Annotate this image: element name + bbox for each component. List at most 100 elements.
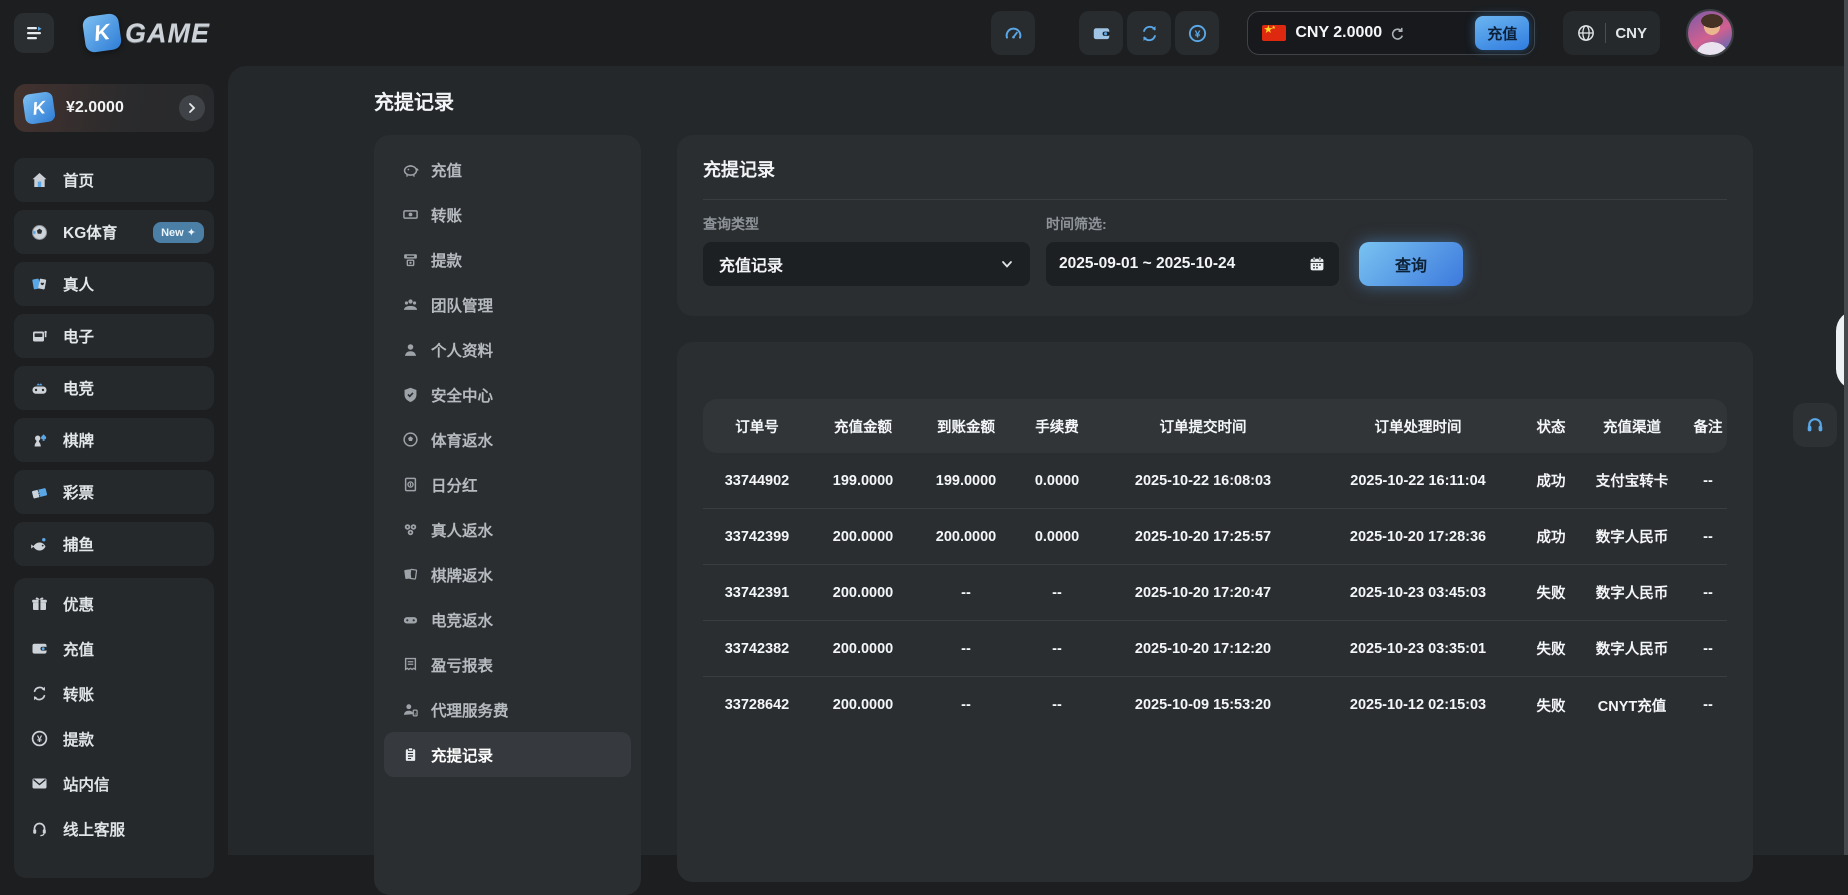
- wallet-quick-button[interactable]: [1079, 11, 1123, 55]
- gift-icon: [30, 594, 49, 613]
- query-type-group: 查询类型 充值记录: [703, 216, 1030, 286]
- speed-gauge-button[interactable]: [991, 11, 1035, 55]
- user-avatar[interactable]: [1686, 9, 1734, 57]
- sidebar-item-live-casino[interactable]: 真人: [14, 262, 214, 306]
- submenu-item-esports-rebate[interactable]: 电竞返水: [384, 597, 631, 642]
- page-title: 充提记录: [374, 86, 454, 115]
- cell-amount: 199.0000: [811, 473, 915, 489]
- cell-fee: 0.0000: [1017, 473, 1097, 489]
- yen-circle-icon: ¥: [1187, 23, 1208, 44]
- cell-credited: 199.0000: [915, 473, 1017, 489]
- sidebar-item-messages[interactable]: 站内信: [14, 761, 214, 806]
- sidebar-item-promotions[interactable]: 优惠: [14, 581, 214, 626]
- sidebar-item-fishing[interactable]: 捕鱼: [14, 522, 214, 566]
- cell-fee: 0.0000: [1017, 529, 1097, 545]
- sidebar-main-menu: 首页 KG体育 New ✦ 真人 电子 电竞 棋牌 彩票 捕鱼: [14, 158, 214, 566]
- sidebar-item-label: 线上客服: [63, 818, 125, 840]
- home-icon: [30, 171, 49, 190]
- cell-credited: --: [915, 697, 1017, 713]
- chevron-right-icon[interactable]: [179, 95, 205, 121]
- banknote-icon: [402, 206, 419, 223]
- team-icon: [402, 296, 419, 313]
- submenu-item-chess-rebate[interactable]: 棋牌返水: [384, 552, 631, 597]
- logo-text: GAME: [125, 18, 210, 49]
- transfer-quick-button[interactable]: [1127, 11, 1171, 55]
- submenu-item-label: 安全中心: [431, 384, 493, 406]
- column-header: 充值金额: [811, 416, 915, 437]
- submenu-item-pl-report[interactable]: 盈亏报表: [384, 642, 631, 687]
- sidebar-item-slots[interactable]: 电子: [14, 314, 214, 358]
- sidebar-item-deposit[interactable]: 充值: [14, 626, 214, 671]
- submenu-item-live-rebate[interactable]: 真人返水: [384, 507, 631, 552]
- time-filter-label: 时间筛选:: [1046, 216, 1339, 232]
- cell-channel: CNYT充值: [1575, 695, 1689, 716]
- submenu-item-deposit[interactable]: 充值: [384, 147, 631, 192]
- piggy-bank-icon: [402, 161, 419, 178]
- cell-process-time: 2025-10-22 16:11:04: [1309, 473, 1527, 489]
- balance-card[interactable]: K ¥2.0000: [14, 84, 214, 132]
- date-range-input[interactable]: 2025-09-01 ~ 2025-10-24: [1046, 242, 1339, 286]
- sidebar-item-transfer[interactable]: 转账: [14, 671, 214, 716]
- lottery-icon: [30, 483, 49, 502]
- brand-logo[interactable]: K GAME: [84, 15, 210, 51]
- sidebar-item-kg-sports[interactable]: KG体育 New ✦: [14, 210, 214, 254]
- balance-amount: ¥2.0000: [66, 99, 124, 117]
- submenu-item-daily-dividend[interactable]: 日分红: [384, 462, 631, 507]
- submenu-item-records[interactable]: 充提记录: [384, 732, 631, 777]
- top-bar: K GAME ¥ ★★ CNY 2.0000: [0, 0, 1848, 66]
- column-header: 订单处理时间: [1309, 416, 1527, 437]
- circular-arrows-icon: [30, 684, 49, 703]
- content-column: 充提记录 查询类型 充值记录 时间筛选: 2025-09-01 ~ 2025-1…: [677, 135, 1753, 882]
- submenu-item-security[interactable]: 安全中心: [384, 372, 631, 417]
- cell-fee: --: [1017, 697, 1097, 713]
- submenu-item-profile[interactable]: 个人资料: [384, 327, 631, 372]
- sidebar: K ¥2.0000 首页 KG体育 New ✦ 真人 电子 电竞: [0, 66, 228, 855]
- slot-icon: [30, 327, 49, 346]
- cell-channel: 数字人民币: [1575, 582, 1689, 603]
- sidebar-item-label: 站内信: [63, 773, 110, 795]
- sidebar-item-home[interactable]: 首页: [14, 158, 214, 202]
- submenu-item-team[interactable]: 团队管理: [384, 282, 631, 327]
- submenu-item-sports-rebate[interactable]: 体育返水: [384, 417, 631, 462]
- cell-status: 失败: [1527, 638, 1575, 659]
- query-type-label: 查询类型: [703, 216, 1030, 232]
- headset-icon: [30, 819, 49, 838]
- sidebar-item-chess[interactable]: 棋牌: [14, 418, 214, 462]
- query-type-select[interactable]: 充值记录: [703, 242, 1030, 286]
- cell-channel: 数字人民币: [1575, 526, 1689, 547]
- topup-button[interactable]: 充值: [1475, 16, 1529, 50]
- sidebar-item-label: 真人: [63, 273, 94, 295]
- floating-support-button[interactable]: [1793, 403, 1837, 447]
- user-icon: [402, 341, 419, 358]
- submenu-item-agent-fee[interactable]: 代理服务费: [384, 687, 631, 732]
- sidebar-item-online-support[interactable]: 线上客服: [14, 806, 214, 851]
- circular-arrows-icon: [1139, 23, 1160, 44]
- cell-remark: --: [1689, 641, 1727, 657]
- scrollbar[interactable]: [1844, 0, 1848, 855]
- sidebar-item-withdraw[interactable]: ¥ 提款: [14, 716, 214, 761]
- cell-remark: --: [1689, 697, 1727, 713]
- cell-status: 成功: [1527, 526, 1575, 547]
- submenu-item-label: 日分红: [431, 474, 478, 496]
- currency-selector[interactable]: ★★ CNY 2.0000 充值: [1247, 11, 1535, 55]
- chevron-down-icon: [1000, 257, 1014, 271]
- sidebar-item-lottery[interactable]: 彩票: [14, 470, 214, 514]
- column-header: 手续费: [1017, 416, 1097, 437]
- sidebar-item-label: 捕鱼: [63, 533, 94, 555]
- cell-submit-time: 2025-10-20 17:12:20: [1097, 641, 1309, 657]
- sidebar-item-label: 首页: [63, 169, 94, 191]
- cell-order-id: 33744902: [703, 473, 811, 489]
- submenu-item-withdraw[interactable]: 提款: [384, 237, 631, 282]
- search-button[interactable]: 查询: [1359, 242, 1463, 286]
- language-selector[interactable]: CNY: [1563, 11, 1660, 55]
- withdraw-quick-button[interactable]: ¥: [1175, 11, 1219, 55]
- column-header: 状态: [1527, 416, 1575, 437]
- soccer-icon: [402, 431, 419, 448]
- gamepad-icon: [402, 611, 419, 628]
- table-row: 33742382 200.0000 -- -- 2025-10-20 17:12…: [703, 621, 1727, 677]
- refresh-icon[interactable]: [1389, 26, 1404, 41]
- table-header-row: 订单号 充值金额 到账金额 手续费 订单提交时间 订单处理时间 状态 充值渠道 …: [703, 399, 1727, 453]
- submenu-item-transfer[interactable]: 转账: [384, 192, 631, 237]
- sidebar-item-esports[interactable]: 电竞: [14, 366, 214, 410]
- menu-toggle-button[interactable]: [14, 13, 54, 53]
